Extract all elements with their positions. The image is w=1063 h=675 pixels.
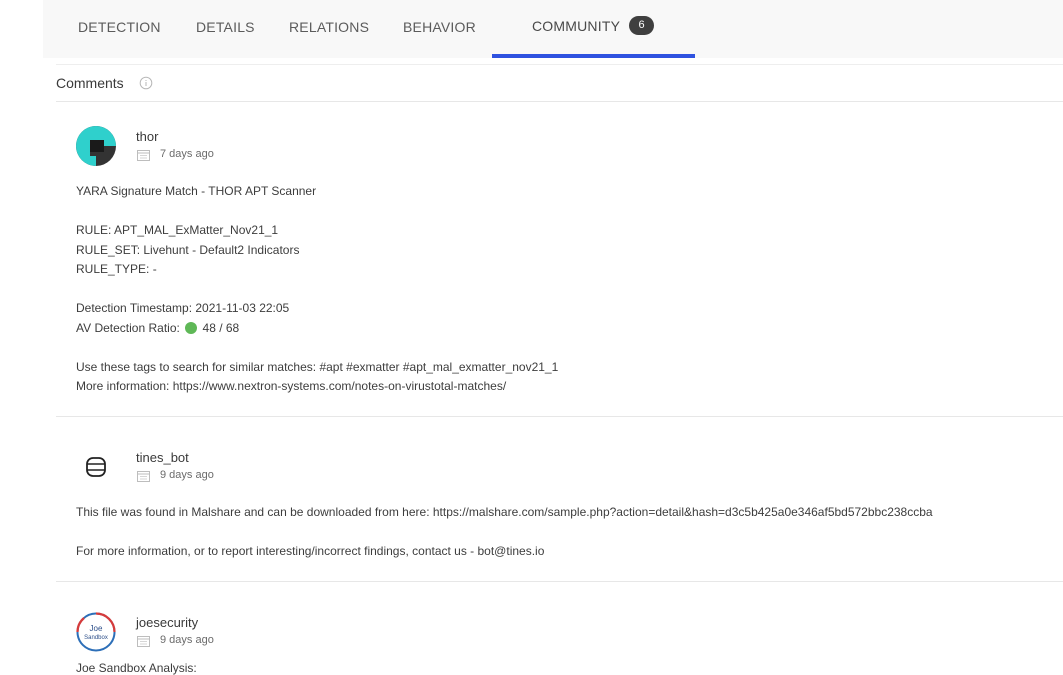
community-count-badge: 6 — [629, 15, 655, 35]
tag-link[interactable]: #apt — [319, 360, 342, 374]
more-info-label: More information: — [76, 379, 173, 393]
tab-community-label: COMMUNITY — [532, 18, 621, 34]
more-info-link[interactable]: https://www.nextron-systems.com/notes-on… — [173, 379, 506, 393]
tab-community[interactable]: COMMUNITY 6 — [532, 0, 655, 58]
tag-link[interactable]: #apt_mal_exmatter_nov21_1 — [403, 360, 558, 374]
malshare-line: This file was found in Malshare and can … — [76, 505, 933, 519]
av-ratio-line: AV Detection Ratio: 48 / 68 — [76, 321, 239, 335]
joesecurity-avatar[interactable]: Joe Sandbox — [76, 612, 116, 652]
malshare-label: This file was found in Malshare and can … — [76, 505, 433, 519]
tags-label: Use these tags to search for similar mat… — [76, 360, 320, 374]
comment-joesecurity: Joe Sandbox joesecurity 9 days ago Joe S… — [56, 582, 1063, 675]
main-panel: DETECTION DETAILS RELATIONS BEHAVIOR COM… — [43, 0, 1063, 675]
av-ratio-label: AV Detection Ratio: — [76, 321, 184, 335]
tab-bar: DETECTION DETAILS RELATIONS BEHAVIOR COM… — [43, 0, 1063, 58]
comment-line: RULE_TYPE: - — [76, 262, 157, 276]
tags-line: Use these tags to search for similar mat… — [76, 360, 558, 374]
comment-author[interactable]: joesecurity — [136, 615, 198, 630]
comments-title: Comments — [56, 75, 124, 91]
comment-line: YARA Signature Match - THOR APT Scanner — [76, 184, 317, 198]
malshare-link[interactable]: https://malshare.com/sample.php?action=d… — [433, 505, 933, 519]
comment-line: RULE: APT_MAL_ExMatter_Nov21_1 — [76, 223, 279, 237]
tag-link[interactable]: #exmatter — [346, 360, 399, 374]
thor-avatar[interactable] — [76, 126, 116, 166]
avatar-text-sandbox: Sandbox — [84, 635, 108, 641]
calendar-icon — [137, 150, 150, 161]
comment-line: RULE_SET: Livehunt - Default2 Indicators — [76, 243, 300, 257]
tab-behavior[interactable]: BEHAVIOR — [403, 0, 476, 58]
more-info-line: More information: https://www.nextron-sy… — [76, 379, 506, 393]
comment-author[interactable]: thor — [136, 129, 158, 144]
comments-header: Comments — [56, 64, 1063, 102]
tines-bot-avatar[interactable] — [76, 447, 116, 487]
comment-time: 9 days ago — [160, 634, 214, 646]
comment-time: 9 days ago — [160, 469, 214, 481]
calendar-icon — [137, 471, 150, 482]
tab-detection[interactable]: DETECTION — [78, 0, 161, 58]
avatar-text-joe: Joe — [90, 624, 103, 633]
comment-time: 7 days ago — [160, 148, 214, 160]
ratio-status-dot — [185, 322, 198, 334]
comment-tines-bot: tines_bot 9 days ago This file was found… — [56, 417, 1063, 582]
comment-line: For more information, or to report inter… — [76, 544, 545, 558]
tab-relations[interactable]: RELATIONS — [289, 0, 369, 58]
comment-line: Detection Timestamp: 2021-11-03 22:05 — [76, 301, 290, 315]
left-margin — [0, 0, 43, 675]
av-ratio-value: 48 / 68 — [202, 321, 240, 335]
calendar-icon — [137, 636, 150, 647]
comment-author[interactable]: tines_bot — [136, 450, 189, 465]
comment-thor: thor 7 days ago YARA Signature Match - T… — [56, 101, 1063, 417]
tab-details[interactable]: DETAILS — [196, 0, 255, 58]
info-icon[interactable] — [139, 76, 153, 90]
comment-line: Joe Sandbox Analysis: — [76, 661, 197, 675]
